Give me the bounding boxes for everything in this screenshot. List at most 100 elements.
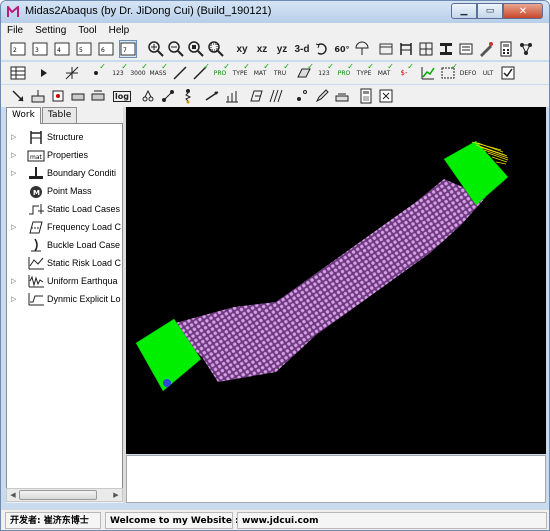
log-icon[interactable]: log xyxy=(113,87,131,105)
tree-item-earthquake[interactable]: ▷ Uniform Earthqua xyxy=(7,273,122,291)
status-website-link[interactable]: www.jdcui.com xyxy=(237,512,547,529)
tab-table[interactable]: Table xyxy=(42,107,78,123)
ult-icon[interactable]: ULT xyxy=(479,64,497,82)
plate-num-icon[interactable]: 123 ✓ xyxy=(315,62,334,82)
elastic-link-icon[interactable] xyxy=(223,87,241,105)
umbrella-icon[interactable] xyxy=(353,40,371,58)
deform-icon[interactable]: DEFO xyxy=(459,64,477,82)
page-icon[interactable] xyxy=(333,87,351,105)
expand-icon[interactable]: ▷ xyxy=(11,133,16,141)
tree-item-risk-load[interactable]: Static Risk Load C xyxy=(7,255,122,273)
plate-mat-icon[interactable]: MAT ✓ xyxy=(375,62,394,82)
grid-icon[interactable] xyxy=(417,40,435,58)
export-x4-button[interactable]: 4 xyxy=(53,40,71,58)
rigid-link-icon[interactable] xyxy=(203,87,221,105)
zoom-fit-icon[interactable] xyxy=(187,40,205,58)
node-number-icon[interactable]: 123 ✓ xyxy=(109,62,128,82)
play-icon[interactable] xyxy=(35,64,53,82)
menu-file[interactable]: File xyxy=(1,23,29,38)
menu-help[interactable]: Help xyxy=(103,23,136,38)
expand-icon[interactable]: ▷ xyxy=(11,151,16,159)
beam-type-icon[interactable]: TYPE ✓ xyxy=(231,62,250,82)
dashed-box-icon[interactable]: ✓ xyxy=(439,62,458,82)
tree-item-dynamic[interactable]: ▷ Dynmic Explicit Lo xyxy=(7,291,122,309)
tab-work[interactable]: Work xyxy=(6,107,41,124)
menu-tool[interactable]: Tool xyxy=(72,23,102,38)
scale-icon[interactable] xyxy=(69,87,87,105)
model-viewport[interactable] xyxy=(126,107,546,454)
tree-horizontal-scrollbar[interactable]: ◀ ▶ xyxy=(6,488,123,502)
frame3d-icon[interactable] xyxy=(247,87,265,105)
tree-item-properties[interactable]: ▷ mat Properties xyxy=(7,147,122,165)
network-icon[interactable] xyxy=(517,40,535,58)
zoom-in-icon[interactable] xyxy=(147,40,165,58)
angle-icon[interactable]: 60° xyxy=(333,40,351,58)
node-mass-icon[interactable]: MASS ✓ xyxy=(149,62,168,82)
tree-item-static-load[interactable]: Static Load Cases xyxy=(7,201,122,219)
menu-setting[interactable]: Setting xyxy=(29,23,72,38)
scale2-icon[interactable] xyxy=(89,87,107,105)
plate-icon[interactable]: ✓ xyxy=(295,62,314,82)
expand-icon[interactable]: ▷ xyxy=(11,223,16,231)
view-3d-button[interactable]: 3-d xyxy=(293,40,311,58)
rotate-icon[interactable] xyxy=(313,40,331,58)
beam-mat-icon[interactable]: MAT ✓ xyxy=(251,62,270,82)
scroll-thumb[interactable] xyxy=(19,490,97,500)
tree-item-frequency[interactable]: ▷ Frequency Load C xyxy=(7,219,122,237)
point-load-icon[interactable] xyxy=(293,87,311,105)
hatch-icon[interactable] xyxy=(267,87,285,105)
load-icon[interactable]: $- ✓ xyxy=(395,62,415,82)
frame-icon[interactable] xyxy=(397,40,415,58)
close-button[interactable]: ✕ xyxy=(503,3,543,19)
material-icon[interactable] xyxy=(457,40,475,58)
plate-type-icon[interactable]: TYPE ✓ xyxy=(355,62,374,82)
calculator-icon[interactable] xyxy=(497,40,515,58)
export-x5-button[interactable]: 5 xyxy=(75,40,93,58)
node-icon[interactable]: ✓ xyxy=(87,62,106,82)
export-x3-button[interactable]: 3 xyxy=(31,40,49,58)
node-number2-icon[interactable]: 3000 ✓ xyxy=(129,62,148,82)
beam-icon[interactable]: ✓ xyxy=(191,62,210,82)
calc2-icon[interactable] xyxy=(357,87,375,105)
tape-icon[interactable] xyxy=(377,40,395,58)
export-x7-button[interactable]: 7 xyxy=(119,40,137,58)
tree-item-buckle[interactable]: Buckle Load Case xyxy=(7,237,122,255)
expand-icon[interactable]: ▷ xyxy=(11,295,16,303)
scroll-right-icon[interactable]: ▶ xyxy=(110,490,122,501)
link-icon[interactable] xyxy=(159,87,177,105)
tree-item-boundary[interactable]: ▷ Boundary Conditi xyxy=(7,165,122,183)
plate-prop-icon[interactable]: PRO ✓ xyxy=(335,62,354,82)
section-icon[interactable] xyxy=(437,40,455,58)
scroll-left-icon[interactable]: ◀ xyxy=(7,490,19,501)
spring-icon[interactable] xyxy=(179,87,197,105)
export-x6-button[interactable]: 6 xyxy=(97,40,115,58)
chart-icon[interactable] xyxy=(419,64,437,82)
zoom-out-icon[interactable] xyxy=(167,40,185,58)
tree-item-point-mass[interactable]: M Point Mass xyxy=(7,183,122,201)
maximize-button[interactable]: ▭ xyxy=(477,3,503,19)
brush-icon[interactable] xyxy=(477,40,495,58)
specimen-mesh[interactable] xyxy=(168,179,486,382)
tree-item-structure[interactable]: ▷ Structure xyxy=(7,129,122,147)
pin-icon[interactable] xyxy=(139,87,157,105)
truss-icon[interactable]: TRU ✓ xyxy=(271,62,290,82)
view-xz-button[interactable]: xz xyxy=(253,40,271,58)
close-box-icon[interactable] xyxy=(377,87,395,105)
expand-icon[interactable]: ▷ xyxy=(11,277,16,285)
line-icon[interactable] xyxy=(171,64,189,82)
axis-icon[interactable] xyxy=(63,64,81,82)
table-icon[interactable] xyxy=(9,64,27,82)
pencil-icon[interactable] xyxy=(313,87,331,105)
checkbox-icon[interactable] xyxy=(499,64,517,82)
view-yz-button[interactable]: yz xyxy=(273,40,291,58)
zoom-window-icon[interactable] xyxy=(207,40,225,58)
beam-prop-icon[interactable]: PRO ✓ xyxy=(211,62,230,82)
support-icon[interactable] xyxy=(49,87,67,105)
displacement-icon[interactable] xyxy=(29,87,47,105)
view-xy-button[interactable]: xy xyxy=(233,40,251,58)
minimize-button[interactable]: ▁ xyxy=(451,3,477,19)
model-canvas[interactable] xyxy=(126,107,546,454)
export-x2-button[interactable]: 2 xyxy=(9,40,27,58)
support-node-icon[interactable] xyxy=(163,379,171,387)
expand-icon[interactable]: ▷ xyxy=(11,169,16,177)
